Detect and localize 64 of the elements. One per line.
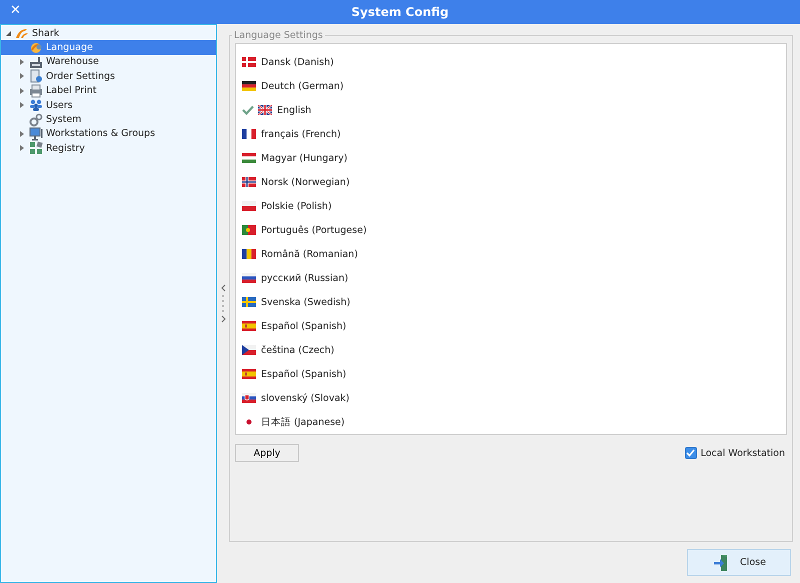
list-option[interactable]: Polskie (Polish) [236,194,786,218]
collapse-left-icon[interactable] [220,284,226,292]
hungarian-flag-icon [242,153,256,163]
list-option[interactable]: français (French) [236,122,786,146]
expand-arrow-icon[interactable] [20,130,24,137]
shark-logo-icon [15,27,29,40]
tree-item[interactable]: Users [1,98,216,112]
list-option[interactable]: Magyar (Hungary) [236,146,786,170]
list-option[interactable]: Deutch (German) [236,74,786,98]
close-button[interactable]: Close [687,549,791,576]
list-option[interactable]: Norsk (Norwegian) [236,170,786,194]
tree-item[interactable]: Label Print [1,84,216,98]
checkbox[interactable] [684,447,697,459]
printer-icon [29,84,43,98]
tree-item[interactable]: Shark [29,28,62,39]
document-icon [29,69,43,84]
spanish-flag-icon [242,321,256,331]
gears-icon [29,112,43,127]
czech-flag-icon [242,345,256,355]
romanian-flag-icon [242,249,256,259]
list-option[interactable]: slovenský (Slovak) [236,386,786,410]
expand-arrow-icon[interactable] [20,145,24,152]
apply-button[interactable]: Apply [235,444,299,462]
tree-item[interactable]: Language [1,40,216,55]
list-option[interactable]: 日本語 (Japanese) [236,410,786,434]
group-title: Language Settings [233,30,324,41]
users-icon [29,98,43,112]
russian-flag-icon [242,273,256,283]
factory-icon [29,54,43,69]
list-option[interactable]: čeština (Czech) [236,338,786,362]
danish-flag-icon [242,57,256,67]
monitor-icon [29,126,43,141]
tree-item[interactable]: Workstations & Groups [1,126,216,142]
list-option[interactable]: Español (Spanish) [236,362,786,386]
expand-arrow-icon[interactable] [20,102,24,108]
british-flag-icon [258,105,272,115]
french-flag-icon [242,129,256,139]
list-option[interactable]: Português (Portugese) [236,218,786,242]
tree-item[interactable]: Registry [1,141,216,156]
german-flag-icon [242,81,256,91]
expand-right-icon[interactable] [220,315,226,323]
blocks-icon [29,141,43,156]
norwegian-flag-icon [242,177,256,187]
portuguese-flag-icon [242,225,256,235]
expand-arrow-icon[interactable] [20,58,24,65]
spanish-flag-icon [242,369,256,379]
expand-arrow-icon[interactable] [20,73,24,80]
tree-item[interactable]: System [1,112,216,127]
list-option[interactable]: Dansk (Danish) [236,50,786,74]
list-option[interactable]: русский (Russian) [236,266,786,290]
tree-item[interactable]: Warehouse [1,54,216,70]
list-option[interactable]: Svenska (Swedish) [236,290,786,314]
checkbox-label: Local Workstation [700,448,785,458]
list-option[interactable]: Español (Spanish) [236,314,786,338]
globe-icon [29,40,43,55]
list-option[interactable]: Română (Romanian) [236,242,786,266]
close-button[interactable]: ✕ [8,3,23,19]
tree-item[interactable]: Order Settings [1,69,216,84]
swedish-flag-icon [242,297,256,307]
list-option[interactable]: English [236,98,786,122]
slovak-flag-icon [242,393,256,403]
window-title: System Config [350,5,450,19]
expand-arrow-icon[interactable] [20,88,24,94]
polish-flag-icon [242,201,256,211]
